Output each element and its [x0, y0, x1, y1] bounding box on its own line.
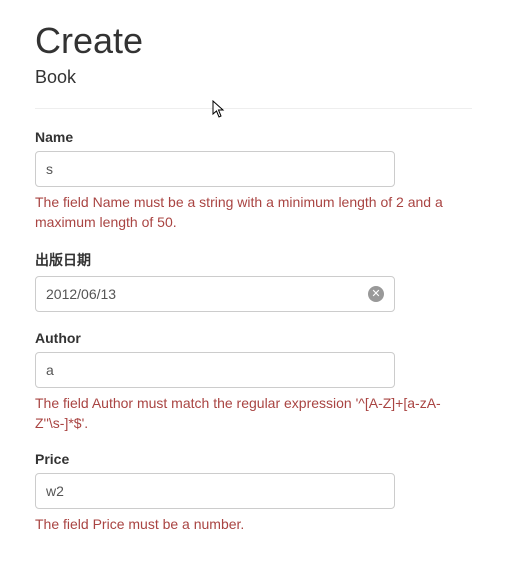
divider: [35, 108, 472, 109]
page-title: Create: [35, 20, 472, 62]
price-label: Price: [35, 451, 472, 467]
publish-date-label: 出版日期: [35, 250, 472, 270]
form-group-name: Name The field Name must be a string wit…: [35, 129, 472, 232]
form-group-price: Price The field Price must be a number.: [35, 451, 472, 535]
name-error: The field Name must be a string with a m…: [35, 193, 472, 232]
name-input[interactable]: [35, 151, 395, 187]
name-label: Name: [35, 129, 472, 145]
author-error: The field Author must match the regular …: [35, 394, 472, 433]
form-group-author: Author The field Author must match the r…: [35, 330, 472, 433]
publish-date-input[interactable]: 2012/06/13 ✕: [35, 276, 395, 312]
price-error: The field Price must be a number.: [35, 515, 472, 535]
clear-date-icon[interactable]: ✕: [368, 286, 384, 302]
subtitle: Book: [35, 67, 472, 88]
author-label: Author: [35, 330, 472, 346]
form-group-publish-date: 出版日期 2012/06/13 ✕: [35, 250, 472, 312]
publish-date-value: 2012/06/13: [46, 286, 360, 302]
cursor-icon: [212, 100, 228, 120]
price-input[interactable]: [35, 473, 395, 509]
author-input[interactable]: [35, 352, 395, 388]
